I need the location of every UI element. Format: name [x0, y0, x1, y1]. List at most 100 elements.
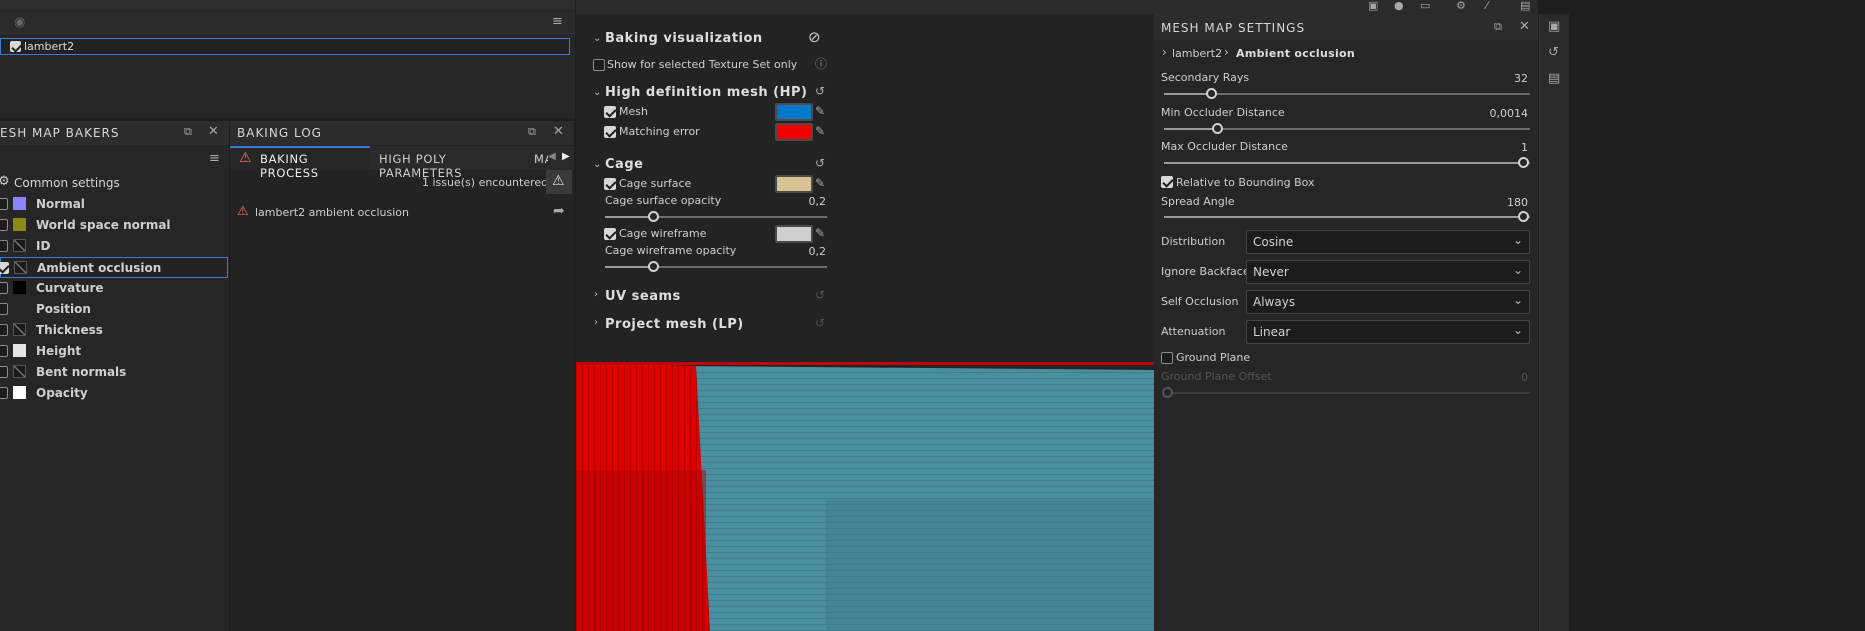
- cage-surface-checkbox[interactable]: [604, 178, 616, 190]
- history-icon[interactable]: ↺: [1548, 46, 1559, 59]
- cage-surface-opacity-fill: [605, 216, 653, 218]
- baking-log-panel: BAKING LOG ⧉ ✕ ⚠ BAKING PROCESS HIGH POL…: [230, 121, 574, 631]
- warning-icon: ⚠: [552, 173, 565, 189]
- cage-wireframe-checkbox[interactable]: [604, 228, 616, 240]
- layers-icon[interactable]: ▭: [1420, 0, 1430, 11]
- baker-checkbox[interactable]: [0, 240, 8, 252]
- ground-plane-checkbox[interactable]: [1161, 352, 1173, 364]
- camera-icon[interactable]: ▣: [1548, 20, 1560, 33]
- min-occluder-handle[interactable]: [1212, 123, 1223, 134]
- baker-checkbox[interactable]: [0, 282, 8, 294]
- chevron-down-icon[interactable]: ⌄: [593, 33, 601, 44]
- close-icon[interactable]: ✕: [208, 125, 219, 138]
- max-occluder-value[interactable]: 1: [1468, 141, 1528, 154]
- baker-item[interactable]: Opacity: [0, 383, 228, 404]
- baker-item[interactable]: Ambient occlusion: [0, 257, 228, 278]
- share-icon[interactable]: ➦: [553, 204, 565, 218]
- attenuation-dropdown[interactable]: Linear ⌄: [1246, 320, 1530, 344]
- self-occlusion-dropdown[interactable]: Always ⌄: [1246, 290, 1530, 314]
- bakers-menu-icon[interactable]: ≡: [209, 152, 220, 165]
- image-icon[interactable]: ▤: [1520, 0, 1530, 11]
- ignore-backface-dropdown[interactable]: Never ⌄: [1246, 260, 1530, 284]
- baker-item[interactable]: Normal: [0, 194, 228, 215]
- chevron-right-icon[interactable]: ›: [594, 317, 598, 328]
- popout-icon[interactable]: ⧉: [1494, 21, 1502, 32]
- secondary-rays-track[interactable]: [1164, 93, 1530, 95]
- spread-angle-value[interactable]: 180: [1468, 196, 1528, 209]
- reset-icon[interactable]: ↺: [815, 157, 825, 169]
- baker-checkbox[interactable]: [0, 366, 8, 378]
- mesh-color-swatch[interactable]: [775, 103, 813, 121]
- cage-surface-opacity-handle[interactable]: [648, 211, 659, 222]
- popout-icon[interactable]: ⧉: [184, 126, 192, 137]
- show-selected-label: Show for selected Texture Set only: [607, 58, 798, 71]
- baker-item[interactable]: World space normal: [0, 215, 228, 236]
- common-settings-row[interactable]: ⚙ Common settings: [0, 173, 228, 193]
- breadcrumb-texture-set[interactable]: lambert2: [1172, 47, 1222, 60]
- distribution-dropdown[interactable]: Cosine ⌄: [1246, 230, 1530, 254]
- baker-item[interactable]: Curvature: [0, 278, 228, 299]
- eyedropper-icon[interactable]: ✎: [815, 105, 825, 117]
- cage-wireframe-color-swatch[interactable]: [775, 225, 813, 243]
- eyedropper-icon[interactable]: ✎: [815, 177, 825, 189]
- brush-icon[interactable]: ⁄: [1486, 0, 1488, 11]
- chevron-down-icon[interactable]: ⌄: [593, 87, 601, 98]
- cage-surface-color-swatch[interactable]: [775, 175, 813, 193]
- cage-wireframe-opacity-handle[interactable]: [648, 261, 659, 272]
- log-entry[interactable]: ⚠ lambert2 ambient occlusion ➦: [230, 203, 574, 223]
- baker-item[interactable]: Thickness: [0, 320, 228, 341]
- matching-error-checkbox[interactable]: [604, 126, 616, 138]
- reset-icon[interactable]: ↺: [815, 289, 825, 301]
- texture-set-row[interactable]: lambert2: [0, 38, 570, 55]
- baker-item[interactable]: Bent normals: [0, 362, 228, 383]
- distribution-label: Distribution: [1161, 235, 1226, 248]
- tab-high-poly-parameters[interactable]: HIGH POLY PARAMETERS: [371, 146, 526, 180]
- tab-scroll-left-icon[interactable]: ◀: [548, 152, 556, 162]
- eye-off-icon[interactable]: ⊘: [808, 30, 821, 45]
- cage-surface-opacity-label: Cage surface opacity: [605, 194, 722, 207]
- show-selected-checkbox[interactable]: [593, 59, 605, 71]
- eyedropper-icon[interactable]: ✎: [815, 227, 825, 239]
- reset-icon[interactable]: ↺: [815, 85, 825, 97]
- matching-error-color-swatch[interactable]: [775, 123, 813, 141]
- list-icon[interactable]: ▤: [1548, 72, 1560, 85]
- close-icon[interactable]: ✕: [553, 125, 564, 138]
- spread-angle-handle[interactable]: [1518, 211, 1529, 222]
- baker-item[interactable]: Position: [0, 299, 228, 320]
- baker-checkbox[interactable]: [0, 345, 8, 357]
- tab-scroll-right-icon[interactable]: ▶: [562, 152, 570, 162]
- baker-checkbox[interactable]: [0, 324, 8, 336]
- popout-icon[interactable]: ⧉: [528, 126, 536, 137]
- menu-icon[interactable]: ≡: [552, 15, 563, 28]
- close-icon[interactable]: ✕: [1519, 20, 1530, 33]
- viewport[interactable]: ⌄ Baking visualization ⊘ Show for select…: [576, 0, 1154, 631]
- max-occluder-handle[interactable]: [1518, 157, 1529, 168]
- baker-item[interactable]: ID: [0, 236, 228, 257]
- tab-ma[interactable]: MA: [528, 146, 548, 170]
- baker-checkbox[interactable]: [0, 198, 8, 210]
- relative-bbox-checkbox[interactable]: [1161, 176, 1173, 188]
- reset-icon[interactable]: ↺: [815, 317, 825, 329]
- min-occluder-value[interactable]: 0,0014: [1468, 107, 1529, 120]
- baker-checkbox[interactable]: [0, 262, 9, 274]
- baking-visualization-title: Baking visualization: [605, 31, 763, 46]
- eye-icon[interactable]: ◉: [14, 16, 25, 29]
- chevron-down-icon[interactable]: ⌄: [593, 159, 601, 170]
- sphere-icon[interactable]: ●: [1394, 0, 1404, 11]
- baker-checkbox[interactable]: [0, 219, 8, 231]
- tab-baking-process[interactable]: ⚠ BAKING PROCESS: [230, 146, 370, 180]
- baker-checkbox[interactable]: [0, 303, 8, 315]
- mesh-checkbox[interactable]: [604, 106, 616, 118]
- info-icon[interactable]: ⓘ: [815, 58, 827, 70]
- baker-item[interactable]: Height: [0, 341, 228, 362]
- baker-checkbox[interactable]: [0, 387, 8, 399]
- chevron-right-icon[interactable]: ›: [594, 289, 598, 300]
- issues-warning-button[interactable]: ⚠: [546, 170, 572, 194]
- settings-icon[interactable]: ⚙: [1456, 0, 1466, 11]
- eyedropper-icon[interactable]: ✎: [815, 125, 825, 137]
- secondary-rays-handle[interactable]: [1206, 88, 1217, 99]
- secondary-rays-value[interactable]: 32: [1468, 72, 1528, 85]
- camera-icon[interactable]: ▣: [1368, 0, 1378, 11]
- texture-set-checkbox[interactable]: [10, 41, 21, 52]
- uv-seams-title: UV seams: [605, 289, 681, 304]
